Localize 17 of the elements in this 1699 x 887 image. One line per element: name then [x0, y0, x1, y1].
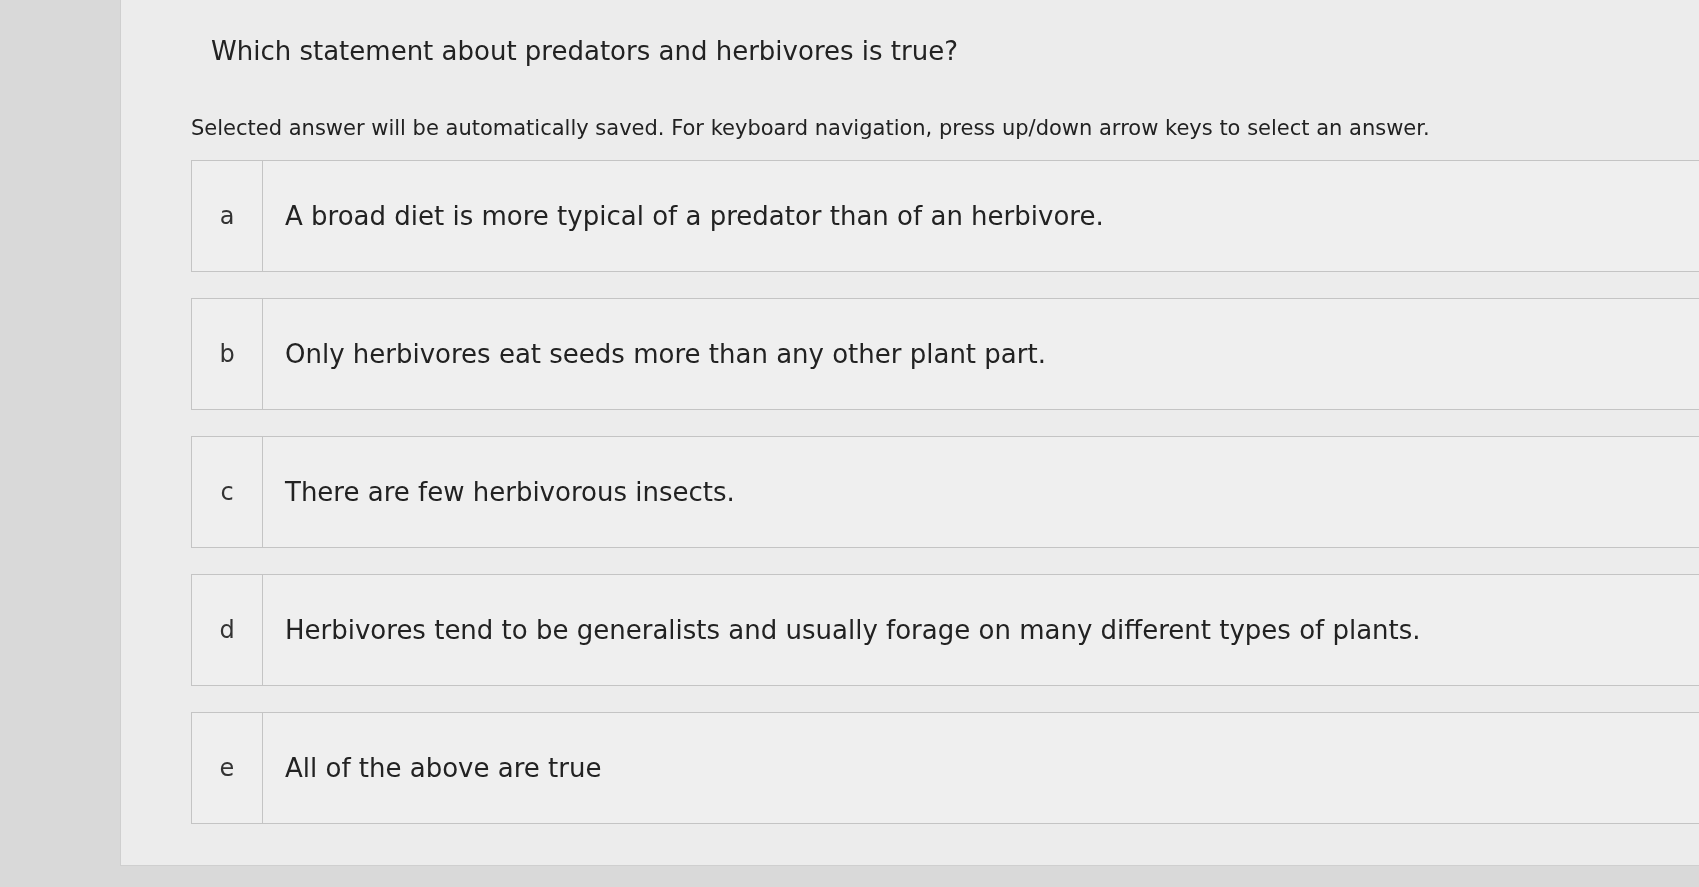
- answer-option[interactable]: e All of the above are true: [191, 712, 1699, 824]
- option-text: There are few herbivorous insects.: [284, 476, 735, 509]
- option-text: All of the above are true: [284, 752, 602, 785]
- question-text: Which statement about predators and herbivores is true?: [211, 36, 958, 66]
- answer-option[interactable]: d Herbivores tend to be generalists and usually forage on many different types of plants.: [191, 574, 1699, 686]
- option-letter: c: [192, 437, 263, 547]
- option-letter: e: [192, 713, 263, 823]
- answer-option[interactable]: a A broad diet is more typical of a predator than of an herbivore.: [191, 160, 1699, 272]
- option-text: A broad diet is more typical of a predator than of an herbivore.: [284, 200, 1104, 233]
- answer-option[interactable]: b Only herbivores eat seeds more than any other plant part.: [191, 298, 1699, 410]
- option-text: Only herbivores eat seeds more than any other plant part.: [284, 338, 1046, 371]
- option-text: Herbivores tend to be generalists and usually forage on many different types of plants.: [284, 614, 1421, 647]
- answer-option[interactable]: c There are few herbivorous insects.: [191, 436, 1699, 548]
- option-letter: b: [192, 299, 263, 409]
- option-letter: a: [192, 161, 263, 271]
- option-letter: d: [192, 575, 263, 685]
- instructions-text: Selected answer will be automatically saved. For keyboard navigation, press up/down arrow keys to select an answer.: [191, 116, 1430, 140]
